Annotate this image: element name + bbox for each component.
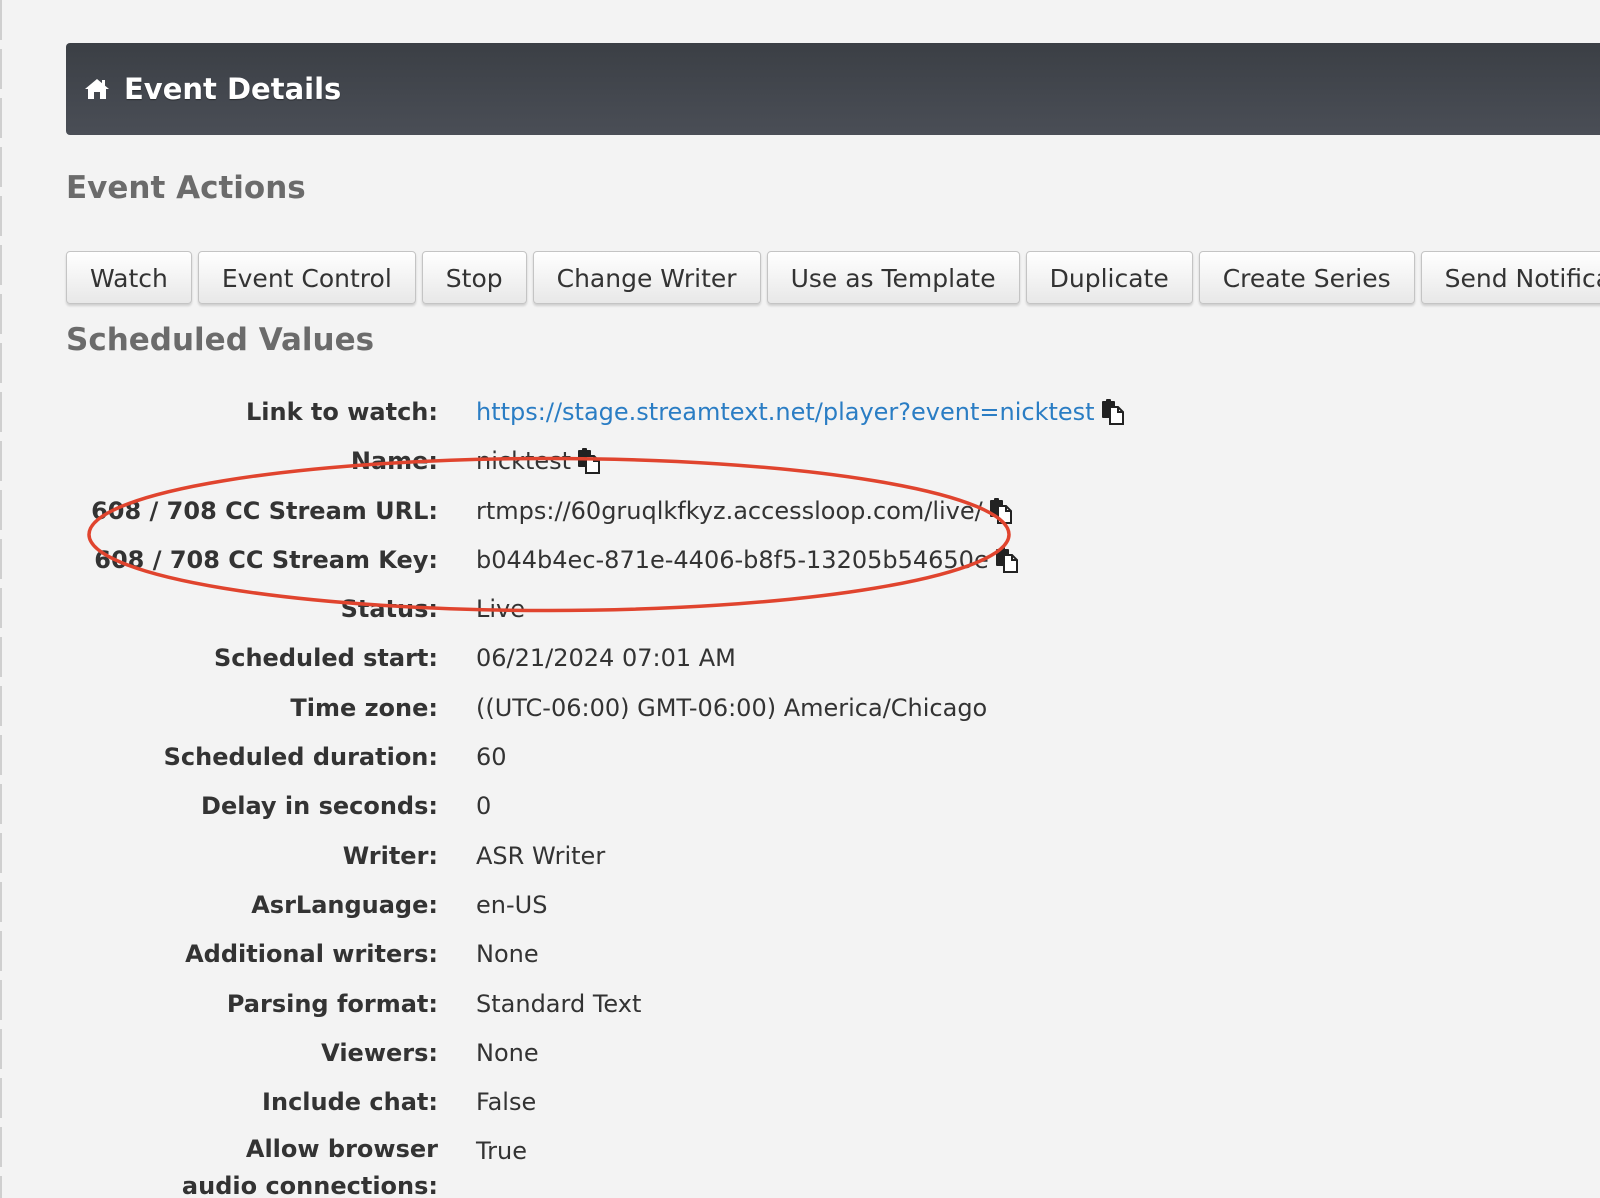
viewers-value: None <box>476 1038 539 1067</box>
stream-key-value: b044b4ec-871e-4406-b8f5-13205b54650e <box>476 545 989 574</box>
row-label: Scheduled duration: <box>163 743 438 772</box>
row-label: Parsing format: <box>226 989 438 1018</box>
event-actions-heading: Event Actions <box>66 170 306 206</box>
row-label: Name: <box>350 447 438 476</box>
additional-writers-value: None <box>476 940 539 969</box>
row-status: Status: Live <box>0 595 1600 644</box>
row-scheduled-start: Scheduled start: 06/21/2024 07:01 AM <box>0 644 1600 693</box>
row-label: AsrLanguage: <box>251 890 438 919</box>
row-delay-seconds: Delay in seconds: 0 <box>0 792 1600 841</box>
row-asr-language: AsrLanguage: en-US <box>0 891 1600 940</box>
watch-link[interactable]: https://stage.streamtext.net/player?even… <box>476 398 1095 426</box>
scheduled-values-heading: Scheduled Values <box>66 322 375 358</box>
change-writer-button[interactable]: Change Writer <box>532 251 761 304</box>
event-control-button[interactable]: Event Control <box>197 251 416 304</box>
page-header: Event Details <box>66 43 1600 135</box>
row-value: b044b4ec-871e-4406-b8f5-13205b54650e <box>476 546 1019 574</box>
row-cc-stream-key: 608 / 708 CC Stream Key: b044b4ec-871e-4… <box>0 546 1600 595</box>
row-link-to-watch: Link to watch: https://stage.streamtext.… <box>0 398 1600 447</box>
time-zone-value: ((UTC-06:00) GMT-06:00) America/Chicago <box>476 693 988 722</box>
row-include-chat: Include chat: False <box>0 1088 1600 1137</box>
duplicate-button[interactable]: Duplicate <box>1025 251 1193 304</box>
status-value: Live <box>476 595 526 624</box>
row-label: Status: <box>340 595 438 624</box>
row-parsing-format: Parsing format: Standard Text <box>0 990 1600 1039</box>
copy-icon[interactable] <box>995 546 1019 573</box>
row-value: nicktest <box>476 447 601 475</box>
row-scheduled-duration: Scheduled duration: 60 <box>0 743 1600 792</box>
name-value: nicktest <box>476 447 572 476</box>
send-notification-button[interactable]: Send Notification <box>1420 251 1600 304</box>
row-label: 608 / 708 CC Stream URL: <box>91 496 438 525</box>
row-label: Viewers: <box>321 1038 438 1067</box>
row-value: rtmps://60gruqlkfkyz.accessloop.com/live… <box>476 497 1013 525</box>
row-allow-browser-audio: Allow browser audio connections: True <box>0 1135 1600 1198</box>
copy-icon[interactable] <box>577 448 601 475</box>
page-title: Event Details <box>124 72 342 106</box>
row-name: Name: nicktest <box>0 447 1600 496</box>
row-label: Additional writers: <box>185 940 438 969</box>
home-icon[interactable] <box>84 77 112 101</box>
row-writer: Writer: ASR Writer <box>0 842 1600 891</box>
row-label: Writer: <box>342 841 438 870</box>
row-label: Link to watch: <box>246 398 438 426</box>
use-as-template-button[interactable]: Use as Template <box>766 251 1020 304</box>
scheduled-start-value: 06/21/2024 07:01 AM <box>476 644 736 673</box>
row-label: 608 / 708 CC Stream Key: <box>94 545 438 574</box>
row-label: Allow browser audio connections: <box>181 1135 438 1198</box>
row-label: Include chat: <box>262 1088 438 1117</box>
stream-url-value: rtmps://60gruqlkfkyz.accessloop.com/live… <box>476 496 983 525</box>
writer-value: ASR Writer <box>476 841 606 870</box>
asr-language-value: en-US <box>476 890 548 919</box>
row-label: Time zone: <box>290 693 438 722</box>
row-value: https://stage.streamtext.net/player?even… <box>476 398 1125 426</box>
copy-icon[interactable] <box>989 497 1013 524</box>
event-details-page: Event Details Event Actions Watch Event C… <box>0 0 1600 1198</box>
stop-button[interactable]: Stop <box>421 251 527 304</box>
row-cc-stream-url: 608 / 708 CC Stream URL: rtmps://60gruql… <box>0 497 1600 546</box>
row-additional-writers: Additional writers: None <box>0 940 1600 989</box>
scheduled-duration-value: 60 <box>476 743 507 772</box>
allow-browser-audio-value: True <box>476 1137 527 1166</box>
watch-button[interactable]: Watch <box>66 251 192 304</box>
create-series-button[interactable]: Create Series <box>1198 251 1415 304</box>
copy-icon[interactable] <box>1101 399 1125 425</box>
row-time-zone: Time zone: ((UTC-06:00) GMT-06:00) Ameri… <box>0 694 1600 743</box>
row-label: Delay in seconds: <box>201 792 438 821</box>
scheduled-values-list: Link to watch: https://stage.streamtext.… <box>0 398 1600 1198</box>
include-chat-value: False <box>476 1088 537 1117</box>
row-label: Scheduled start: <box>213 644 438 673</box>
row-viewers: Viewers: None <box>0 1039 1600 1088</box>
event-actions-toolbar: Watch Event Control Stop Change Writer Use a… <box>66 251 1600 306</box>
delay-value: 0 <box>476 792 492 821</box>
parsing-format-value: Standard Text <box>476 989 642 1018</box>
